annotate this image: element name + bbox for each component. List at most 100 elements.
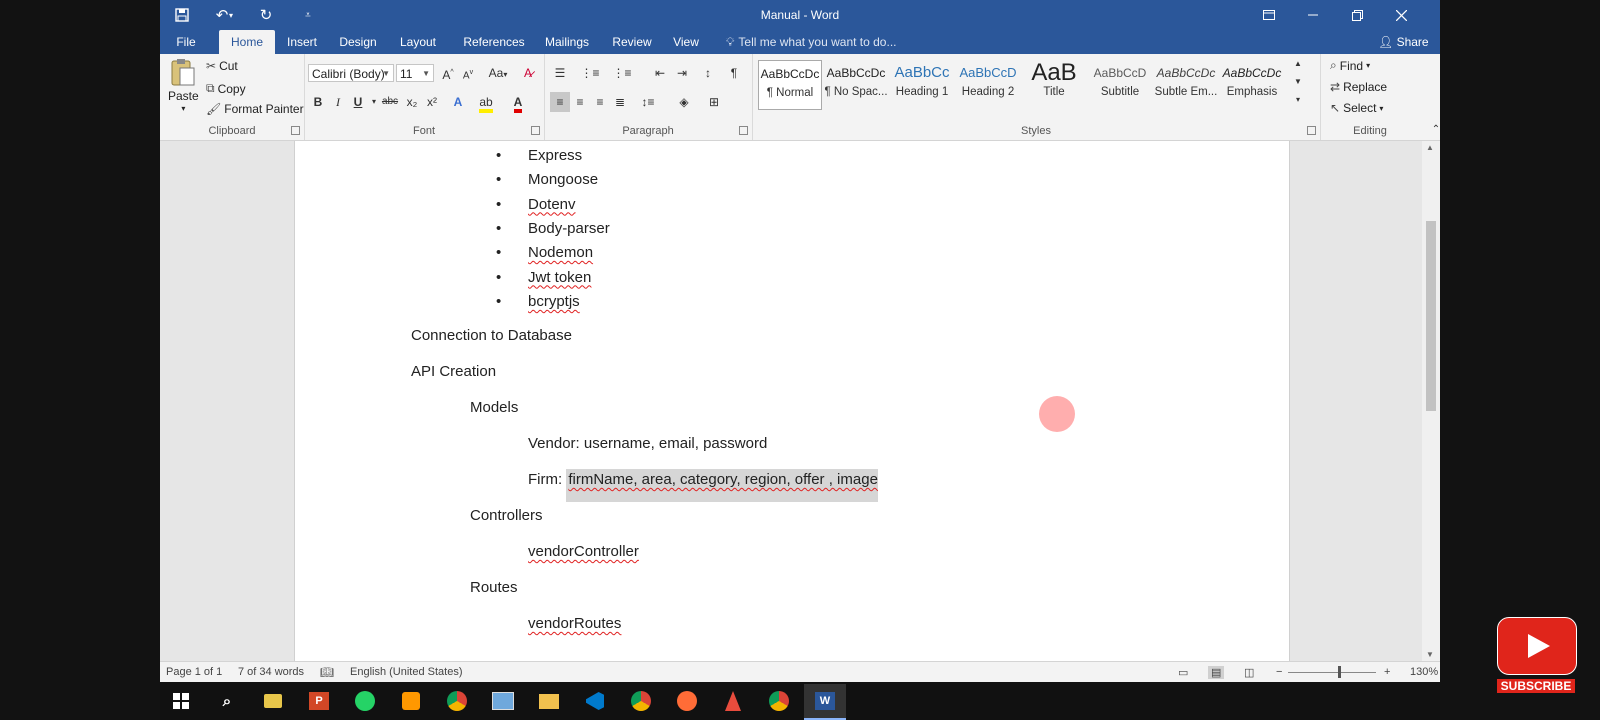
font-color-icon[interactable]: A — [508, 92, 528, 113]
language[interactable]: English (United States) — [350, 666, 463, 678]
font-size-select[interactable]: 11 ▼ — [396, 64, 434, 82]
styles-launcher-icon[interactable] — [1307, 126, 1316, 135]
heading-controllers[interactable]: Controllers — [470, 507, 543, 524]
chrome-icon[interactable] — [758, 684, 800, 718]
tab-home[interactable]: Home — [219, 30, 275, 54]
styles-scroll-down-icon[interactable]: ▼ — [1292, 74, 1304, 90]
style-item[interactable]: AaBbCcD Heading 2 — [956, 60, 1020, 110]
style-item[interactable]: AaB Title — [1022, 60, 1086, 110]
heading-routes[interactable]: Routes — [470, 579, 518, 596]
justify-icon[interactable]: ≣ — [610, 92, 630, 112]
minimize-icon[interactable] — [1292, 0, 1334, 30]
list-item[interactable]: Jwt token — [528, 269, 591, 286]
styles-more-icon[interactable]: ▾ — [1292, 92, 1304, 108]
clipboard-launcher-icon[interactable] — [291, 126, 300, 135]
web-layout-icon[interactable]: ◫ — [1244, 666, 1254, 679]
tool-icon[interactable] — [712, 684, 754, 718]
multilevel-list-icon[interactable]: ⋮≡ — [612, 63, 632, 83]
bullets-icon[interactable]: ☰ — [550, 63, 570, 83]
shrink-font-icon[interactable]: Av — [458, 63, 478, 83]
align-left-icon[interactable]: ≡ — [550, 92, 570, 112]
cut-button[interactable]: ✂ Cut — [206, 59, 238, 73]
page-count[interactable]: Page 1 of 1 — [166, 666, 222, 678]
superscript-button[interactable]: x² — [422, 92, 442, 112]
style-item[interactable]: AaBbCcD Subtitle — [1088, 60, 1152, 110]
tab-view[interactable]: View — [670, 30, 702, 54]
tab-mailings[interactable]: Mailings — [540, 30, 594, 54]
search-icon[interactable]: ⌕ — [206, 684, 248, 718]
change-case-button[interactable]: Aa▾ — [484, 63, 512, 83]
ribbon-display-icon[interactable] — [1248, 0, 1290, 30]
sort-icon[interactable]: ↕ — [698, 63, 718, 83]
subscript-button[interactable]: x₂ — [402, 92, 422, 112]
subscribe-overlay[interactable]: SUBSCRIBE — [1497, 617, 1577, 699]
style-item[interactable]: AaBbCcDc Emphasis — [1220, 60, 1284, 110]
align-right-icon[interactable]: ≡ — [590, 92, 610, 112]
shading-icon[interactable]: ◈ — [674, 92, 694, 112]
vendor-routes-line[interactable]: vendorRoutes — [528, 615, 621, 632]
style-item[interactable]: AaBbCcDc ¶ Normal — [758, 60, 822, 110]
tab-layout[interactable]: Layout — [396, 30, 440, 54]
increase-indent-icon[interactable]: ⇥ — [672, 63, 692, 83]
font-launcher-icon[interactable] — [531, 126, 540, 135]
scroll-thumb[interactable] — [1426, 221, 1436, 411]
find-button[interactable]: ⌕ Find ▾ — [1330, 58, 1370, 73]
sublime-icon[interactable] — [390, 684, 432, 718]
borders-icon[interactable]: ⊞ — [704, 92, 724, 112]
heading-connection[interactable]: Connection to Database — [411, 327, 572, 344]
powerpoint-icon[interactable]: P — [298, 684, 340, 718]
print-layout-icon[interactable]: ▤ — [1208, 666, 1225, 679]
align-center-icon[interactable]: ≡ — [570, 92, 590, 112]
explorer-icon[interactable] — [252, 684, 294, 718]
tab-insert[interactable]: Insert — [282, 30, 322, 54]
heading-api[interactable]: API Creation — [411, 363, 496, 380]
document-page[interactable]: • Express • Mongoose • Dotenv • Body-parser • Nod… — [294, 141, 1290, 661]
tab-file[interactable]: File — [168, 30, 204, 54]
chrome-icon[interactable] — [436, 684, 478, 718]
select-button[interactable]: ↖ Select ▾ — [1330, 101, 1383, 115]
list-item[interactable]: Mongoose — [528, 171, 598, 188]
save-icon[interactable] — [166, 0, 198, 30]
style-item[interactable]: AaBbCc Heading 1 — [890, 60, 954, 110]
postman-icon[interactable] — [666, 684, 708, 718]
word-count[interactable]: 7 of 34 words — [238, 666, 304, 678]
clear-formatting-icon[interactable]: A̷ — [518, 63, 538, 83]
grow-font-icon[interactable]: A^ — [438, 63, 458, 83]
list-item[interactable]: Nodemon — [528, 244, 593, 261]
zoom-level[interactable]: 130% — [1410, 666, 1438, 678]
folder-icon[interactable] — [528, 684, 570, 718]
tab-review[interactable]: Review — [610, 30, 654, 54]
chrome-icon[interactable] — [620, 684, 662, 718]
zoom-slider[interactable] — [1288, 672, 1376, 673]
zoom-slider-thumb[interactable] — [1338, 666, 1341, 678]
vscode-icon[interactable] — [574, 684, 616, 718]
decrease-indent-icon[interactable]: ⇤ — [650, 63, 670, 83]
paste-button[interactable]: Paste ▾ — [168, 58, 199, 113]
tell-me-box[interactable]: 💡︎ Tell me what you want to do... — [726, 30, 897, 54]
vendor-model-line[interactable]: Vendor: username, email, password — [528, 435, 767, 452]
format-painter-button[interactable]: 🖌︎ Format Painter — [206, 102, 304, 116]
windows-start-icon[interactable] — [160, 684, 202, 718]
app-icon[interactable] — [482, 684, 524, 718]
italic-button[interactable]: I — [328, 92, 348, 112]
redo-icon[interactable]: ↻ — [250, 0, 282, 30]
scroll-down-icon[interactable]: ▼ — [1426, 650, 1434, 659]
share-button[interactable]: 👤︎ Share — [1378, 30, 1429, 54]
close-icon[interactable] — [1380, 0, 1422, 30]
text-effects-icon[interactable]: A — [448, 92, 468, 112]
strikethrough-button[interactable]: abc — [378, 92, 402, 112]
highlight-icon[interactable]: ab — [476, 92, 496, 113]
zoom-out-icon[interactable]: − — [1276, 666, 1282, 678]
list-item[interactable]: Express — [528, 147, 582, 164]
copy-button[interactable]: ⧉ Copy — [206, 81, 246, 96]
tab-references[interactable]: References — [462, 30, 526, 54]
style-item[interactable]: AaBbCcDc ¶ No Spac... — [824, 60, 888, 110]
selected-text[interactable]: firmName, area, category, region, offer … — [566, 469, 878, 502]
restore-icon[interactable] — [1336, 0, 1378, 30]
customize-icon[interactable]: ⩡ — [292, 0, 324, 30]
scroll-up-icon[interactable]: ▲ — [1426, 143, 1434, 152]
vendor-controller-line[interactable]: vendorController — [528, 543, 639, 560]
tab-design[interactable]: Design — [336, 30, 380, 54]
style-item[interactable]: AaBbCcDc Subtle Em... — [1154, 60, 1218, 110]
zoom-in-icon[interactable]: + — [1384, 666, 1390, 678]
